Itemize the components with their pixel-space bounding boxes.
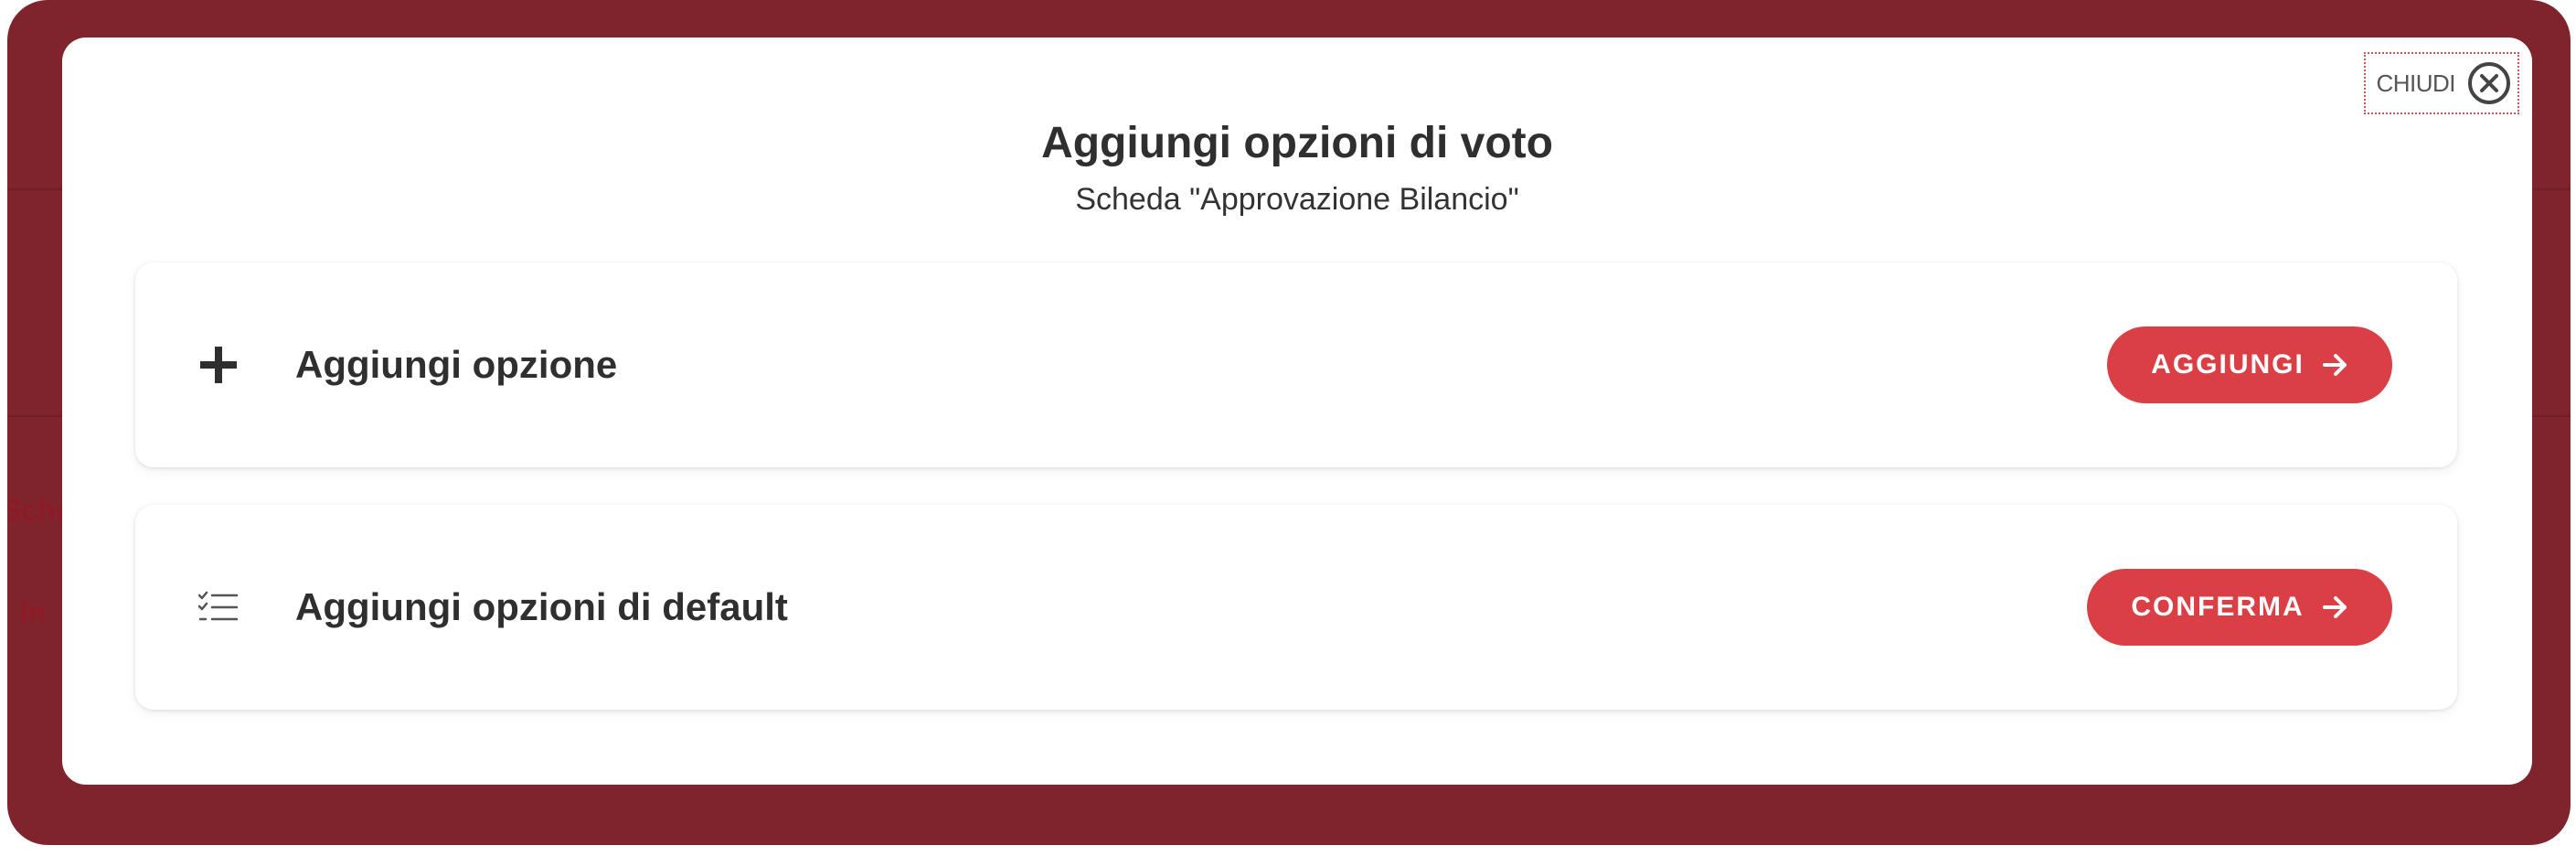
background-text: In [20,595,47,628]
add-button-label: AGGIUNGI [2151,349,2305,380]
confirm-button[interactable]: CONFERMA [2087,569,2392,646]
arrow-right-icon [2322,595,2348,619]
plus-icon [196,342,241,388]
close-button[interactable]: CHIUDI [2364,52,2519,114]
arrow-right-icon [2322,353,2348,377]
dialog-subtitle: Scheda "Approvazione Bilancio" [1075,182,1519,217]
add-button[interactable]: AGGIUNGI [2107,326,2392,403]
modal-backdrop[interactable]: Sche In CHIUDI Aggiungi opzioni di voto … [7,0,2571,845]
close-circle-icon [2466,60,2512,106]
default-options-card: Aggiungi opzioni di default CONFERMA [135,505,2457,710]
default-options-label: Aggiungi opzioni di default [295,585,788,628]
add-option-card: Aggiungi opzione AGGIUNGI [135,262,2457,467]
add-option-label: Aggiungi opzione [295,343,618,386]
checklist-icon [196,584,241,630]
dialog-title: Aggiungi opzioni di voto [1041,119,1553,167]
add-vote-options-dialog: CHIUDI Aggiungi opzioni di voto Scheda "… [62,37,2532,785]
close-label: CHIUDI [2376,69,2455,97]
confirm-button-label: CONFERMA [2131,592,2305,622]
